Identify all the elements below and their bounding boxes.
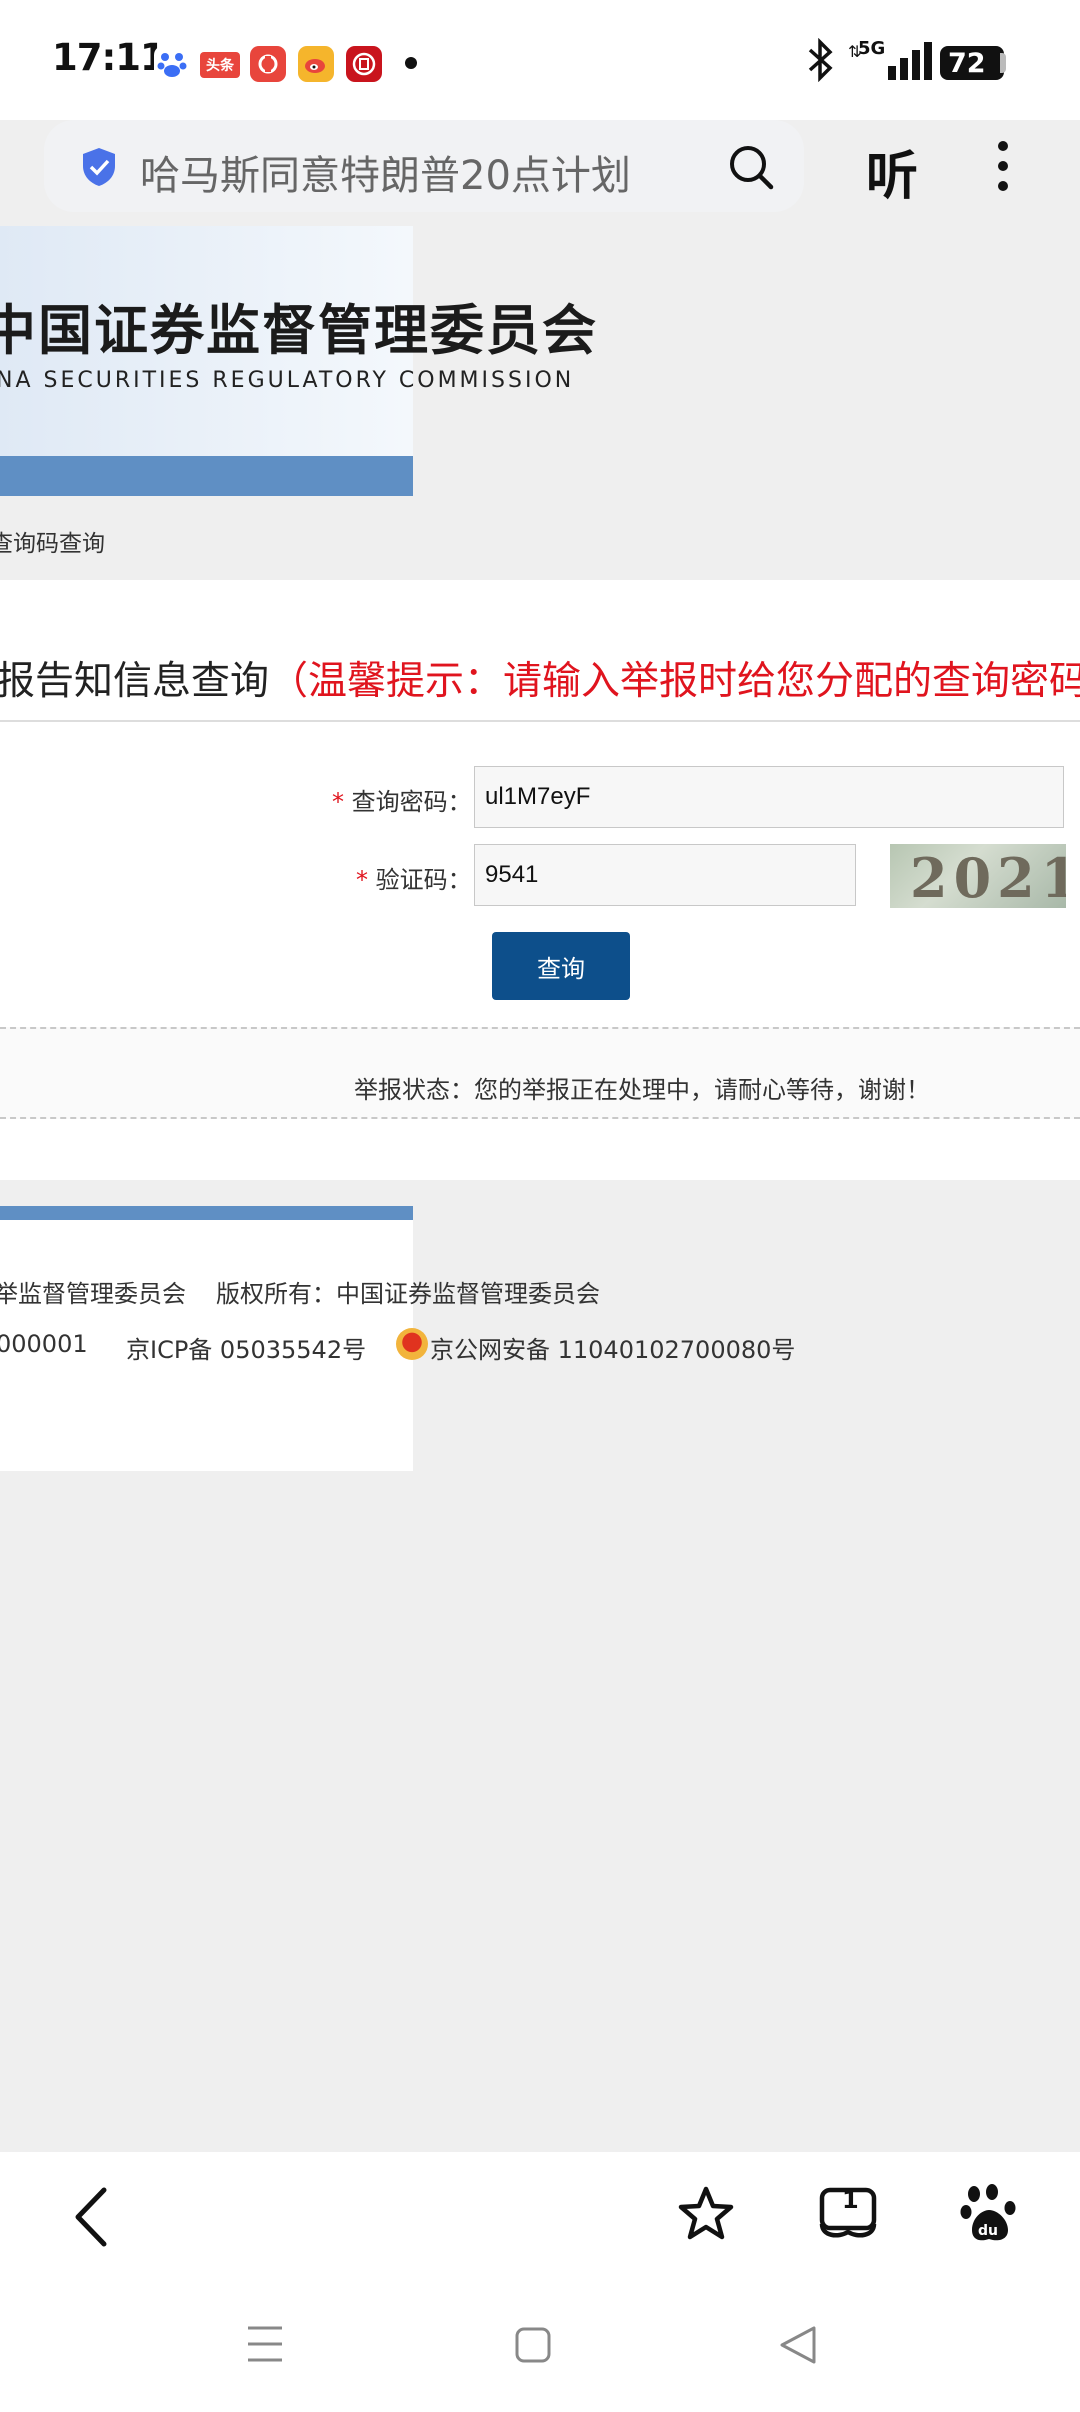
listen-button[interactable]: 听 bbox=[866, 134, 918, 209]
heading-divider bbox=[0, 720, 1080, 722]
back-icon[interactable] bbox=[70, 2186, 110, 2252]
banner-stripe bbox=[0, 456, 413, 496]
required-mark: * bbox=[332, 788, 344, 816]
banner-title: 中国证券监督管理委员会 bbox=[0, 299, 598, 362]
banner-subtitle: NA SECURITIES REGULATORY COMMISSION bbox=[0, 368, 575, 393]
home-icon[interactable] bbox=[514, 2326, 552, 2368]
more-menu-icon[interactable] bbox=[996, 138, 1010, 198]
footer-stripe bbox=[0, 1206, 413, 1220]
captcha-field[interactable]: 9541 bbox=[474, 844, 856, 906]
bank-icon bbox=[346, 46, 382, 82]
svg-text:du: du bbox=[978, 2223, 998, 2239]
breadcrumb[interactable]: 查询码查询 bbox=[0, 524, 105, 558]
signal-bar bbox=[900, 58, 908, 80]
weibo-icon bbox=[298, 46, 334, 82]
signal-bar bbox=[888, 66, 896, 80]
report-status-text: 举报状态：您的举报正在处理中，请耐心等待，谢谢！ bbox=[354, 1076, 930, 1104]
bluetooth-icon bbox=[806, 37, 836, 92]
more-notifications-dot bbox=[405, 57, 417, 69]
shield-icon bbox=[80, 146, 118, 192]
tabs-count: 1 bbox=[842, 2186, 859, 2214]
battery-tip bbox=[1000, 53, 1006, 73]
star-bookmark-icon[interactable] bbox=[676, 2184, 736, 2248]
captcha-image[interactable]: 2021 bbox=[890, 844, 1066, 908]
search-icon[interactable] bbox=[726, 142, 776, 196]
footer-number: 000001 bbox=[0, 1330, 88, 1358]
captcha-label: * 验证码： bbox=[356, 866, 472, 894]
password-label: * 查询密码： bbox=[332, 788, 472, 816]
baidu-paw-icon bbox=[154, 46, 190, 82]
recent-apps-icon[interactable] bbox=[246, 2324, 284, 2368]
baidu-paw-icon[interactable]: du bbox=[960, 2184, 1018, 2248]
toutiao-icon: 头条 bbox=[200, 52, 240, 78]
footer-police-record[interactable]: 京公网安备 11040102700080号 bbox=[430, 1330, 795, 1365]
red-app-icon bbox=[250, 46, 286, 82]
heading-tip: （温馨提示：请输入举报时给您分配的查询密码 bbox=[269, 659, 1080, 704]
system-back-icon[interactable] bbox=[778, 2324, 818, 2370]
required-mark: * bbox=[356, 866, 368, 894]
page-title: 报告知信息查询（温馨提示：请输入举报时给您分配的查询密码 bbox=[0, 650, 1080, 706]
police-badge-icon bbox=[396, 1328, 428, 1360]
clock: 17:11 bbox=[52, 36, 166, 79]
signal-bar bbox=[912, 50, 920, 80]
query-button[interactable]: 查询 bbox=[492, 932, 630, 1000]
signal-bar bbox=[924, 42, 932, 80]
password-field[interactable]: ul1M7eyF bbox=[474, 766, 1064, 828]
captcha-image-text: 2021 bbox=[910, 846, 1066, 908]
search-input[interactable]: 哈马斯同意特朗普20点计划 bbox=[140, 143, 631, 201]
network-type: 5G bbox=[858, 38, 886, 59]
data-arrows-icon: ⇅ bbox=[848, 42, 862, 61]
page-title-text: 报告知信息查询 bbox=[0, 659, 270, 704]
browser-toolbar bbox=[0, 2152, 1080, 2282]
footer-icp[interactable]: 京ICP备 05035542号 bbox=[126, 1330, 366, 1365]
footer-copyright: 版权所有：中国证券监督管理委员会 bbox=[216, 1280, 600, 1308]
battery-indicator: 72 bbox=[940, 46, 1004, 80]
footer-org: 举监督管理委员会 bbox=[0, 1280, 186, 1308]
